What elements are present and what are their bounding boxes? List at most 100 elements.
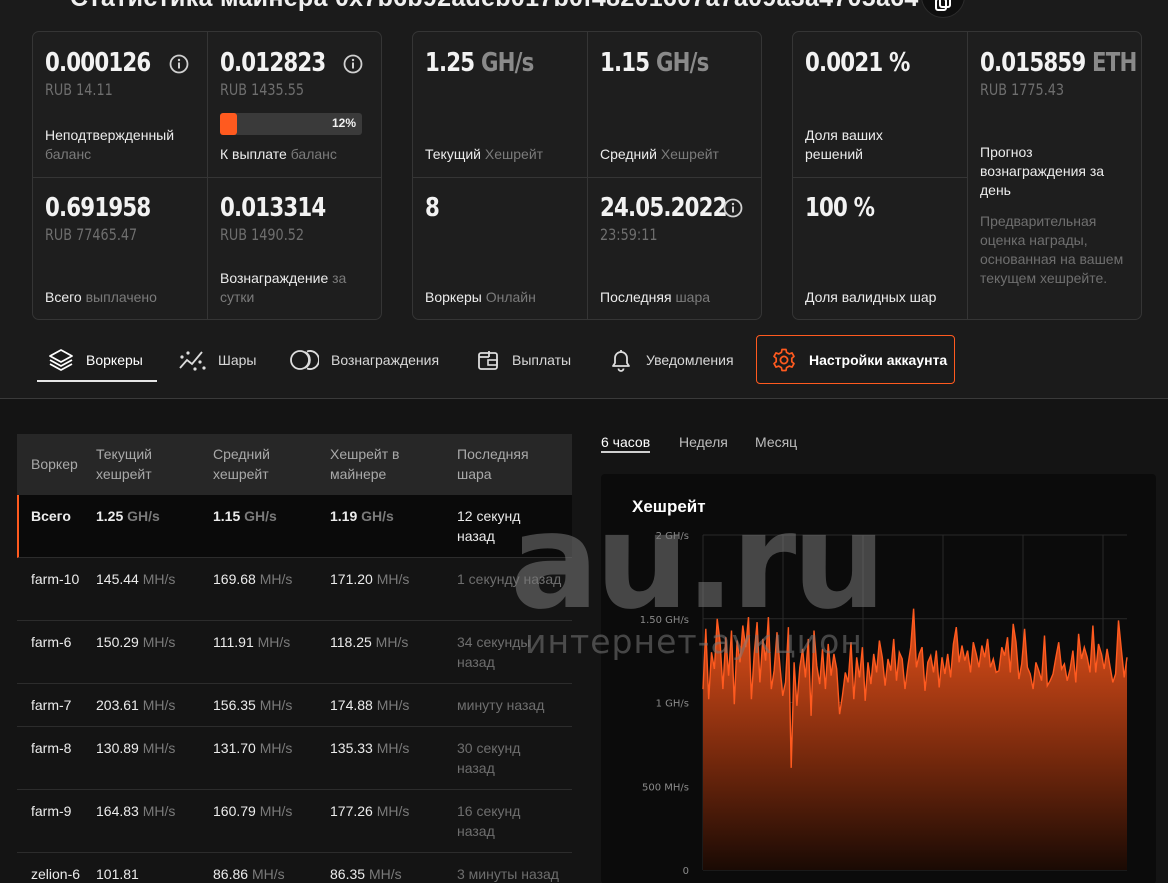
- hashrate-card-group: 1.25 GH/s Текущий Хешрейт 1.15 GH/s Сред…: [412, 31, 762, 320]
- last-share-cell: 30 секунд назад: [457, 740, 521, 776]
- current-hashrate-cell: 150.29 MH/s: [96, 634, 176, 650]
- stats-panel: Статистика майнера 0x7b6b92adeb017b0f482…: [0, 0, 1168, 398]
- y-tick-label: 1.50 GH/s: [640, 615, 689, 626]
- workers-table: Воркер Текущий хешрейт Средний хешрейт Х…: [17, 434, 572, 883]
- wallet-icon: [478, 351, 498, 370]
- payout-balance-value: 0.012823: [220, 48, 326, 78]
- valid-shares-value: 100 %: [805, 193, 875, 223]
- tab-account-settings-label: Настройки аккаунта: [809, 351, 948, 368]
- y-tick-label: 2 GH/s: [656, 531, 689, 542]
- table-row[interactable]: farm-9 164.83 MH/s 160.79 MH/s 177.26 MH…: [17, 790, 572, 853]
- total-paid-rub: RUB 77465.47: [45, 225, 138, 244]
- forecast-value: 0.015859 ETH: [980, 48, 1137, 78]
- miner-hashrate-cell: 86.35 MH/s: [330, 866, 402, 882]
- info-icon[interactable]: [169, 54, 189, 74]
- last-share-cell: минуту назад: [457, 697, 545, 713]
- balance-card-group: 0.000126 RUB 14.11 Неподтвержденный балан…: [32, 31, 382, 320]
- last-share-cell: 3 минуты назад: [457, 866, 559, 882]
- bell-icon: [612, 350, 630, 372]
- workers-section: Воркер Текущий хешрейт Средний хешрейт Х…: [0, 398, 1168, 883]
- current-hashrate-label: Текущий Хешрейт: [425, 146, 544, 162]
- tab-notifications-label: Уведомления: [646, 352, 734, 368]
- last-share-time: 23:59:11: [600, 225, 658, 244]
- table-row[interactable]: zelion-6 101.81 86.86 MH/s 86.35 MH/s 3 …: [17, 853, 572, 883]
- current-hashrate-cell: 164.83 MH/s: [96, 803, 176, 819]
- miner-hashrate-cell: 177.26 MH/s: [330, 803, 410, 819]
- column-header[interactable]: Средний хешрейт: [213, 444, 293, 484]
- payout-progress-fill: [220, 113, 238, 135]
- avg-hashrate-cell: 1.15 GH/s: [213, 508, 277, 524]
- worker-name: Всего: [31, 508, 71, 524]
- tab-workers[interactable]: Воркеры: [48, 336, 143, 384]
- tab-rewards[interactable]: Вознаграждения: [289, 336, 439, 384]
- active-tab-indicator: [37, 380, 157, 382]
- copy-address-button[interactable]: [921, 0, 965, 18]
- copy-icon: [935, 0, 951, 11]
- info-icon[interactable]: [723, 198, 743, 218]
- unconfirmed-balance-rub: RUB 14.11: [45, 80, 113, 99]
- table-row-total[interactable]: Всего 1.25 GH/s 1.15 GH/s 1.19 GH/s 12 с…: [17, 495, 572, 558]
- avg-hashrate-cell: 169.68 MH/s: [213, 571, 293, 587]
- avg-hashrate-cell: 131.70 MH/s: [213, 740, 293, 756]
- current-hashrate-value: 1.25 GH/s: [425, 48, 534, 78]
- valid-shares-label: Доля валидных шар: [805, 289, 937, 305]
- column-header[interactable]: Текущий хешрейт: [96, 444, 176, 484]
- column-header[interactable]: Хешрейт в майнере: [330, 444, 420, 484]
- avg-hashrate-label: Средний Хешрейт: [600, 146, 719, 162]
- y-tick-label: 500 MH/s: [642, 782, 689, 793]
- miner-hashrate-cell: 1.19 GH/s: [330, 508, 394, 524]
- table-header: Воркер Текущий хешрейт Средний хешрейт Х…: [17, 434, 572, 495]
- table-row[interactable]: farm-6 150.29 MH/s 111.91 MH/s 118.25 MH…: [17, 621, 572, 684]
- last-share-cell: 16 секунд назад: [457, 803, 521, 839]
- daily-reward-label: Вознаграждение за сутки: [220, 270, 347, 305]
- workers-online-value: 8: [425, 193, 440, 223]
- shares-card-group: 0.0021 % Доля ваших решений 100 % Доля в…: [792, 31, 1142, 320]
- last-share-label: Последняя шара: [600, 289, 711, 305]
- worker-name: farm-9: [31, 803, 72, 819]
- tab-notifications[interactable]: Уведомления: [608, 336, 734, 384]
- current-hashrate-cell: 203.61 MH/s: [96, 697, 176, 713]
- table-row[interactable]: farm-8 130.89 MH/s 131.70 MH/s 135.33 MH…: [17, 727, 572, 790]
- daily-reward-rub: RUB 1490.52: [220, 225, 305, 244]
- info-icon[interactable]: [343, 54, 363, 74]
- avg-hashrate-cell: 156.35 MH/s: [213, 697, 293, 713]
- miner-hashrate-cell: 174.88 MH/s: [330, 697, 410, 713]
- layers-icon: [49, 349, 73, 371]
- period-week[interactable]: Неделя: [679, 434, 728, 450]
- unconfirmed-balance-value: 0.000126: [45, 48, 151, 78]
- tab-workers-label: Воркеры: [86, 352, 143, 368]
- avg-hashrate-cell: 160.79 MH/s: [213, 803, 293, 819]
- column-header[interactable]: Воркер: [31, 454, 78, 474]
- total-paid-label: Всего выплачено: [45, 289, 157, 305]
- table-row[interactable]: farm-10 145.44 MH/s 169.68 MH/s 171.20 M…: [17, 558, 572, 621]
- payout-balance-rub: RUB 1435.55: [220, 80, 305, 99]
- tab-payouts[interactable]: Выплаты: [476, 336, 571, 384]
- tab-shares-label: Шары: [218, 352, 257, 368]
- payout-progress-bar: 12%: [220, 113, 362, 135]
- worker-name: zelion-6: [31, 866, 81, 882]
- y-tick-label: 1 GH/s: [656, 699, 689, 710]
- current-hashrate-cell: 101.81: [96, 866, 139, 882]
- page-title: Статистика майнера 0x7b6b92adeb017b0f482…: [70, 0, 919, 13]
- tab-account-settings[interactable]: Настройки аккаунта: [756, 335, 955, 384]
- period-6h[interactable]: 6 часов: [601, 434, 651, 453]
- forecast-description: Предварительная оценка награды, основанн…: [980, 213, 1124, 286]
- tab-rewards-label: Вознаграждения: [331, 352, 440, 368]
- payout-balance-label: К выплате баланс: [220, 146, 337, 162]
- current-hashrate-cell: 1.25 GH/s: [96, 508, 160, 524]
- table-row[interactable]: farm-7 203.61 MH/s 156.35 MH/s 174.88 MH…: [17, 684, 572, 727]
- avg-hashrate-cell: 111.91 MH/s: [213, 634, 291, 650]
- tab-shares[interactable]: Шары: [178, 336, 256, 384]
- payout-progress-text: 12%: [331, 116, 356, 130]
- share-ratio-value: 0.0021 %: [805, 48, 910, 78]
- period-month[interactable]: Месяц: [755, 434, 797, 450]
- workers-online-label: Воркеры Онлайн: [425, 289, 536, 305]
- column-header[interactable]: Последняя шара: [457, 444, 547, 484]
- total-paid-value: 0.691958: [45, 193, 151, 223]
- last-share-cell: 1 секунду назад: [457, 571, 562, 587]
- last-share-date: 24.05.2022: [600, 193, 727, 223]
- avg-hashrate-value: 1.15 GH/s: [600, 48, 709, 78]
- last-share-cell: 34 секунды назад: [457, 634, 531, 670]
- miner-hashrate-cell: 118.25 MH/s: [330, 634, 409, 650]
- miner-hashrate-cell: 135.33 MH/s: [330, 740, 410, 756]
